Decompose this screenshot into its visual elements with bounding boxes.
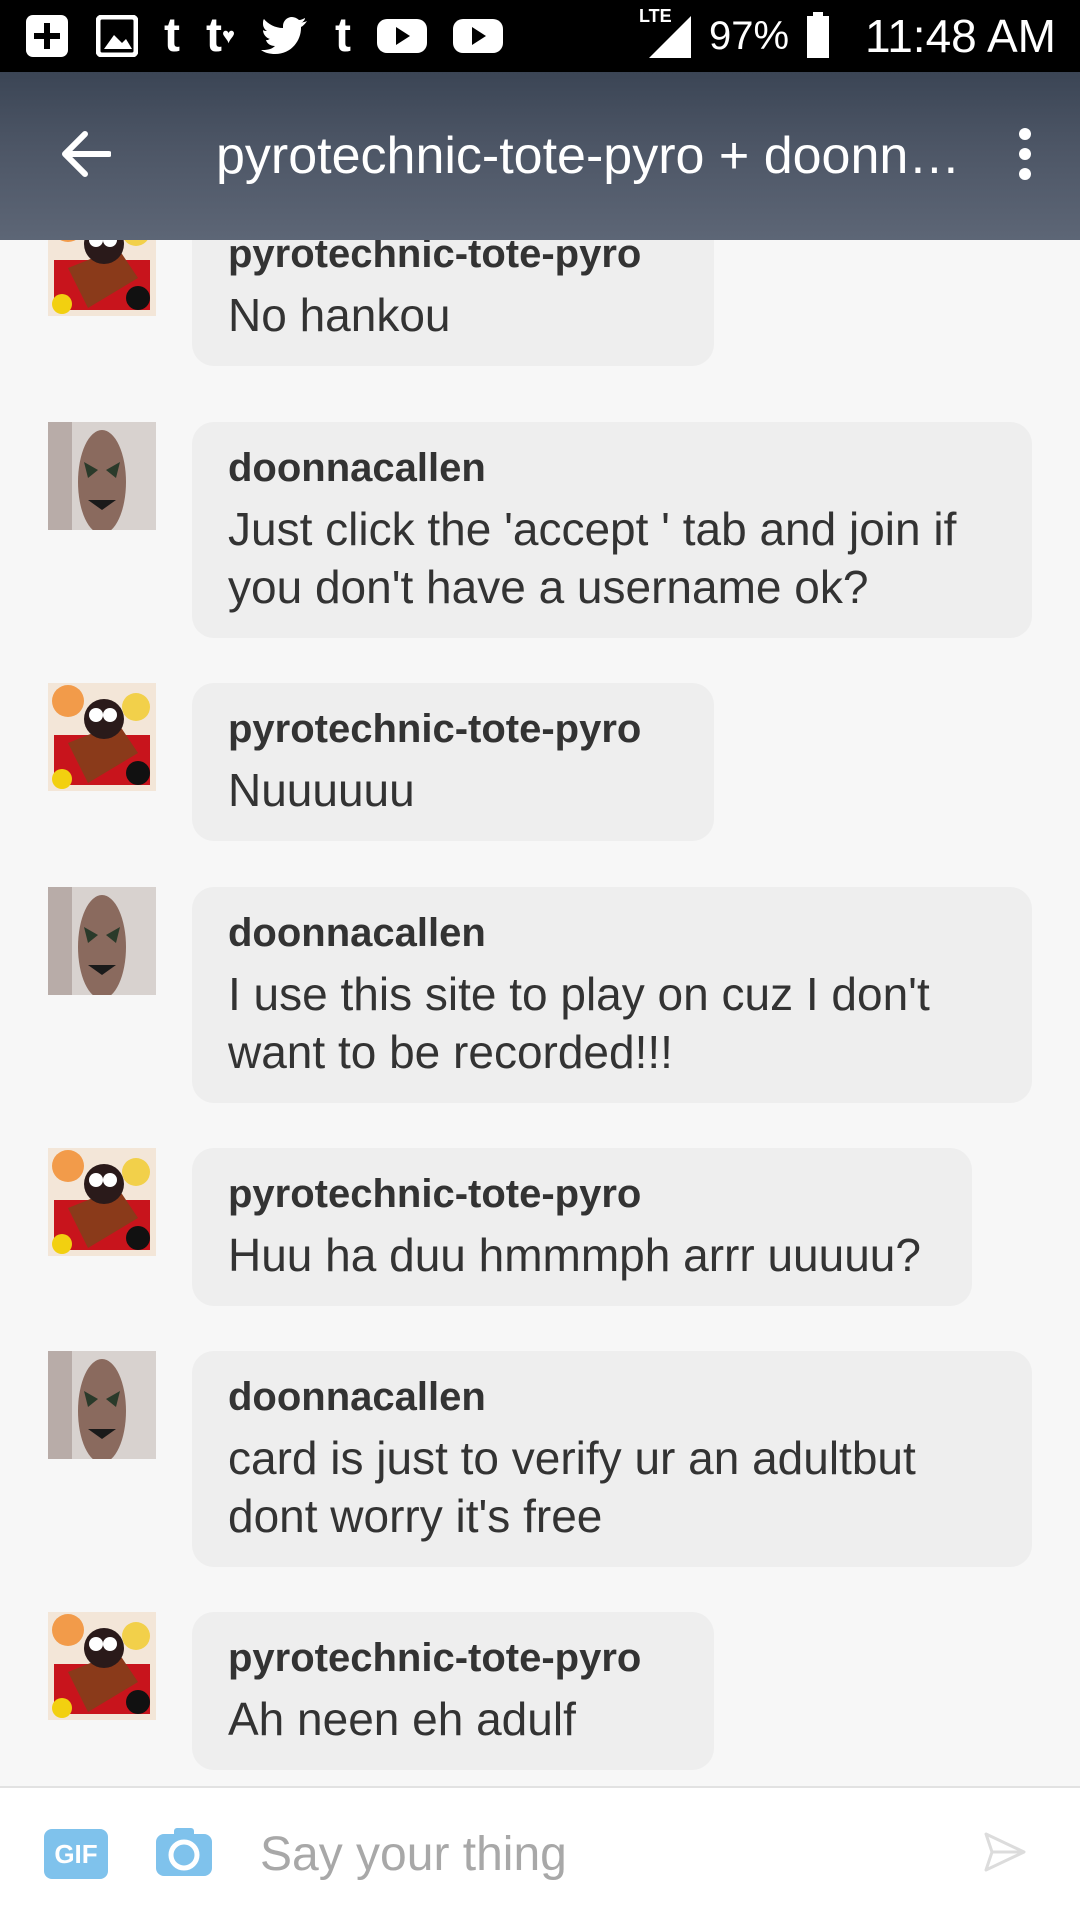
message-list[interactable]: pyrotechnic-tote-pyro No hankou doonnaca… [0,240,1080,1786]
youtube-icon [377,17,428,55]
message-sender[interactable]: doonnacallen [228,905,996,961]
gif-button[interactable]: GIF [44,1829,108,1879]
status-bar: t t ♥ t LTE 97% 11:48 AM [0,0,1080,72]
battery-icon [805,12,831,60]
avatar-pyrotechnic-tote-pyro[interactable] [48,1148,156,1256]
tumblr-heart-icon: t ♥ [205,9,236,62]
message-text: Ah neen eh adulf [228,1693,576,1745]
message-text: card is just to verify ur an adultbut do… [228,1432,916,1542]
avatar-doonnacallen[interactable] [48,422,156,530]
message-sender[interactable]: pyrotechnic-tote-pyro [228,701,678,757]
message-text: Huu ha duu hmmmph arrr uuuuu? [228,1229,921,1281]
composer-bar: GIF [0,1786,1080,1920]
avatar-pyrotechnic-tote-pyro[interactable] [48,240,156,316]
message-sender[interactable]: doonnacallen [228,1369,996,1425]
camera-icon [154,1826,214,1883]
network-type: LTE [638,6,672,26]
message-sender[interactable]: pyrotechnic-tote-pyro [228,1630,678,1686]
message-bubble[interactable]: doonnacallen Just click the 'accept ' ta… [192,422,1032,638]
overflow-menu-button[interactable] [970,72,1080,240]
arrow-left-icon [59,130,112,183]
message-bubble[interactable]: doonnacallen I use this site to play on … [192,887,1032,1103]
message-bubble[interactable]: doonnacallen card is just to verify ur a… [192,1351,1032,1567]
message-bubble[interactable]: pyrotechnic-tote-pyro Nuuuuuu [192,683,714,841]
signal-icon: LTE [639,6,693,60]
message-bubble[interactable]: pyrotechnic-tote-pyro No hankou [192,240,714,366]
tumblr-icon: t [335,9,352,62]
tumblr-icon: t [164,9,180,62]
message-sender[interactable]: pyrotechnic-tote-pyro [228,240,678,282]
camera-button[interactable] [154,1826,214,1883]
message-text: No hankou [228,289,451,341]
image-icon [96,15,138,57]
avatar-pyrotechnic-tote-pyro[interactable] [48,1612,156,1720]
clock: 11:48 AM [865,10,1056,62]
message-bubble[interactable]: pyrotechnic-tote-pyro Huu ha duu hmmmph … [192,1148,972,1306]
conversation-title: pyrotechnic-tote-pyro + doonnacallen [216,127,966,185]
app-bar: pyrotechnic-tote-pyro + doonnacallen [0,72,1080,240]
send-button[interactable] [980,1829,1030,1879]
message-sender[interactable]: doonnacallen [228,440,996,496]
avatar-doonnacallen[interactable] [48,1351,156,1459]
message-text: Just click the 'accept ' tab and join if… [228,503,957,613]
add-box-icon [24,13,70,59]
avatar-doonnacallen[interactable] [48,887,156,995]
send-icon [983,1830,1027,1879]
youtube-icon [453,17,504,55]
more-vert-icon [1017,127,1033,185]
message-input[interactable] [260,1814,940,1894]
message-bubble[interactable]: pyrotechnic-tote-pyro Ah neen eh adulf [192,1612,714,1770]
twitter-icon [261,15,309,57]
avatar-pyrotechnic-tote-pyro[interactable] [48,683,156,791]
message-text: I use this site to play on cuz I don't w… [228,968,930,1078]
battery-percent: 97% [708,13,790,58]
message-sender[interactable]: pyrotechnic-tote-pyro [228,1166,936,1222]
back-button[interactable] [0,72,170,240]
message-text: Nuuuuuu [228,764,415,816]
